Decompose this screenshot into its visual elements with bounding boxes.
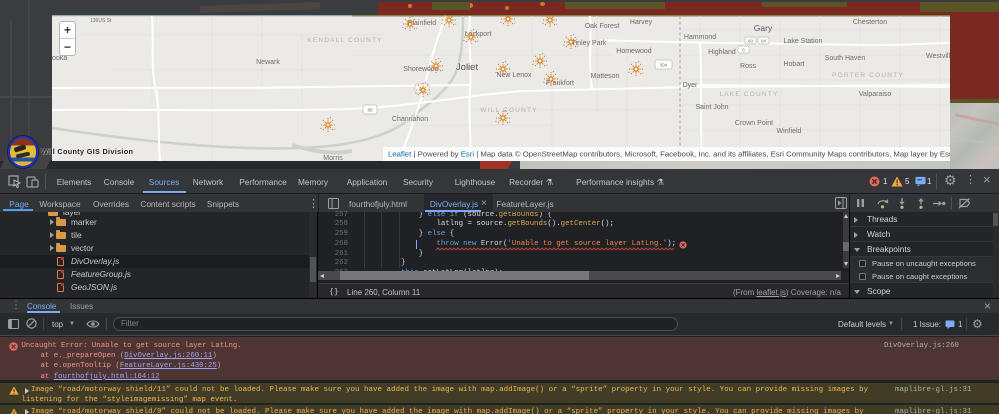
svg-text:Crown Point: Crown Point bbox=[735, 120, 773, 127]
svg-text:Westville: Westville bbox=[926, 53, 950, 60]
svg-text:Matteson: Matteson bbox=[591, 73, 620, 80]
svg-text:Morris: Morris bbox=[323, 155, 343, 161]
svg-text:Leaflet | Powered by Esri | Ma: Leaflet | Powered by Esri | Map data © O… bbox=[388, 150, 950, 159]
svg-text:Ross: Ross bbox=[740, 63, 756, 70]
svg-text:Shorewood: Shorewood bbox=[403, 66, 439, 73]
svg-text:Valparaiso: Valparaiso bbox=[859, 91, 892, 98]
svg-text:Minooka: Minooka bbox=[52, 55, 67, 62]
svg-text:Winfield: Winfield bbox=[777, 128, 802, 135]
svg-text:136US St: 136US St bbox=[90, 18, 112, 24]
svg-text:94: 94 bbox=[761, 38, 767, 43]
svg-text:Hammond: Hammond bbox=[684, 34, 716, 41]
svg-text:KENDALL COUNTY: KENDALL COUNTY bbox=[307, 37, 382, 44]
svg-text:Lake Station: Lake Station bbox=[784, 38, 823, 45]
svg-text:80: 80 bbox=[748, 38, 754, 43]
svg-text:Newark: Newark bbox=[256, 59, 280, 66]
svg-text:Harvey: Harvey bbox=[630, 19, 653, 26]
svg-text:PORTER COUNTY: PORTER COUNTY bbox=[832, 72, 904, 79]
svg-text:Chesterton: Chesterton bbox=[853, 19, 887, 26]
svg-text:Saint John: Saint John bbox=[695, 104, 728, 111]
svg-text:LAKE COUNTY: LAKE COUNTY bbox=[719, 91, 778, 98]
svg-text:80: 80 bbox=[367, 108, 373, 113]
svg-text:Homewood: Homewood bbox=[616, 48, 652, 55]
svg-text:Oak Forest: Oak Forest bbox=[585, 23, 620, 30]
svg-text:Tinley Park: Tinley Park bbox=[572, 40, 607, 47]
svg-text:WILL COUNTY: WILL COUNTY bbox=[480, 107, 537, 114]
svg-text:Highland: Highland bbox=[708, 49, 736, 56]
svg-text:Hobart: Hobart bbox=[783, 61, 804, 68]
svg-text:New Lenox: New Lenox bbox=[496, 72, 532, 79]
svg-text:394: 394 bbox=[660, 63, 668, 68]
svg-text:Dyer: Dyer bbox=[683, 82, 698, 89]
svg-text:Joliet: Joliet bbox=[456, 62, 479, 73]
svg-text:Gary: Gary bbox=[754, 23, 773, 33]
svg-text:South Haven: South Haven bbox=[825, 55, 866, 62]
svg-text:Channahon: Channahon bbox=[392, 116, 428, 123]
